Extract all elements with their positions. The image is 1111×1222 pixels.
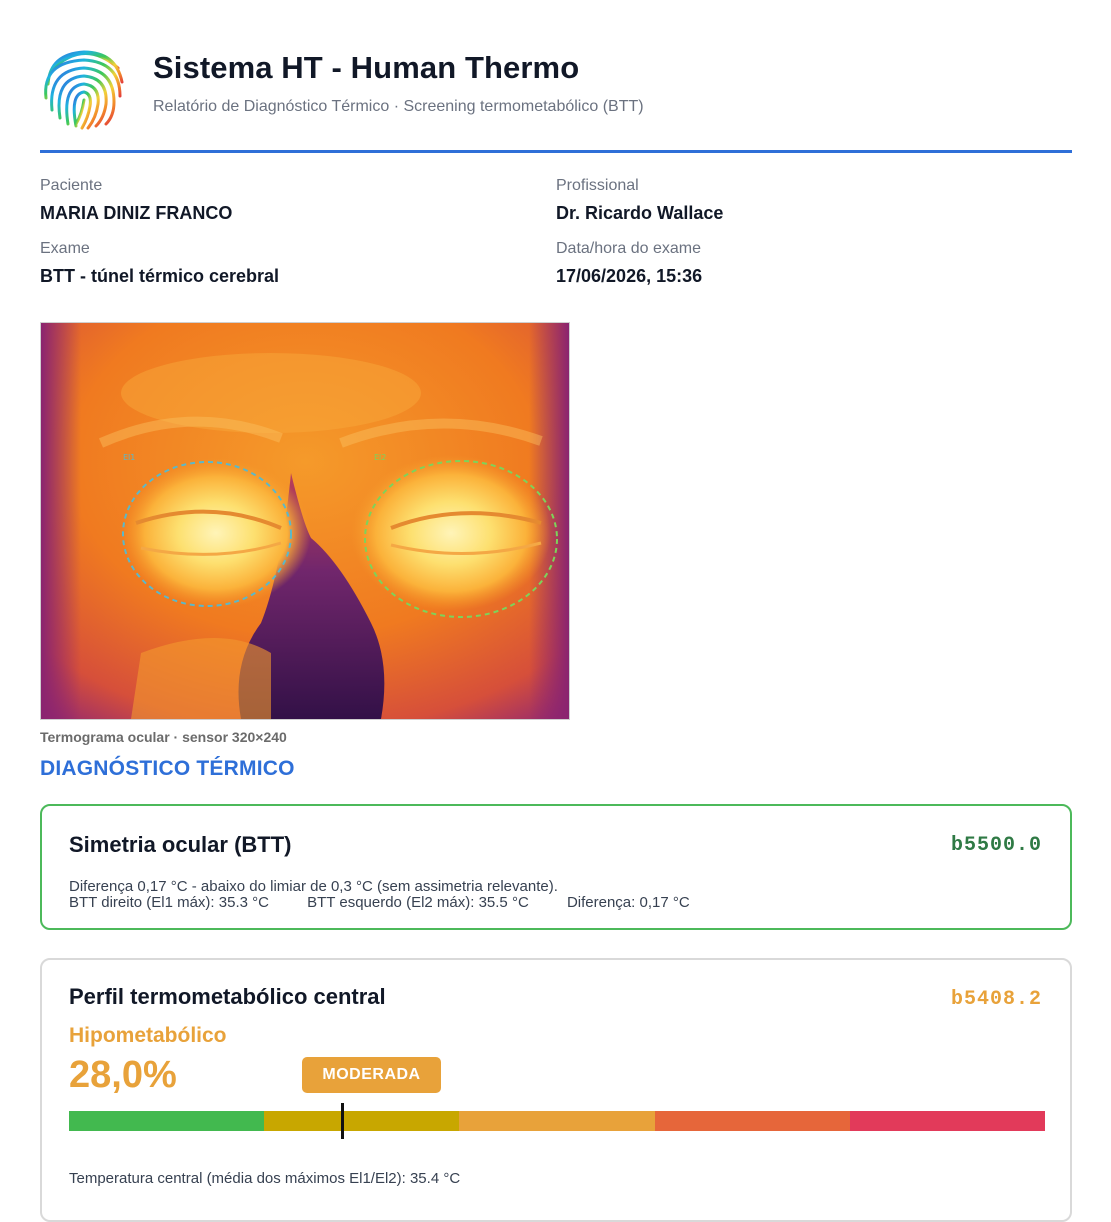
professional-label: Profissional — [556, 177, 639, 194]
patient-label: Paciente — [40, 177, 103, 194]
datetime-field: Data/hora do exame 17/06/2026, 15:36 — [556, 239, 702, 287]
thermogram-image: El1 El2 — [40, 322, 570, 720]
exam-field: Exame BTT - túnel térmico cerebral — [40, 239, 279, 287]
fingerprint-logo-icon — [40, 40, 128, 130]
scale-segment-1 — [69, 1111, 265, 1131]
central-temperature: Temperatura central (média dos máximos E… — [69, 1170, 461, 1187]
severity-badge: MODERADA — [302, 1057, 441, 1093]
professional-field: Profissional Dr. Ricardo Wallace — [556, 176, 723, 224]
symmetry-title: Simetria ocular (BTT) — [69, 832, 292, 857]
metabolic-profile-card: Perfil termometabólico central b5408.2 H… — [40, 958, 1072, 1222]
report-header: Sistema HT - Human Thermo Relatório de D… — [40, 0, 1072, 153]
exam-label: Exame — [40, 240, 90, 257]
patient-value: MARIA DINIZ FRANCO — [40, 203, 233, 223]
scale-segment-3 — [459, 1111, 655, 1131]
scale-segment-5 — [849, 1111, 1046, 1131]
btt-difference-value: Diferença: 0,17 °C — [566, 894, 690, 911]
severity-scale — [69, 1111, 1046, 1131]
scale-marker — [341, 1103, 345, 1139]
profile-category: Hipometabólico — [69, 1024, 227, 1047]
header-divider — [40, 150, 1072, 153]
scale-segment-2 — [264, 1111, 460, 1131]
exam-value: BTT - túnel térmico cerebral — [40, 266, 280, 286]
professional-value: Dr. Ricardo Wallace — [556, 203, 724, 223]
thermogram-caption: Termograma ocular · sensor 320×240 — [40, 729, 287, 745]
profile-percent: 28,0% — [69, 1054, 177, 1096]
symmetry-note: Diferença 0,17 °C - abaixo do limiar de … — [69, 878, 558, 895]
scale-segment-4 — [654, 1111, 850, 1131]
report-title: Sistema HT - Human Thermo — [153, 50, 580, 85]
btt-left-value: BTT esquerdo (El2 máx): 35.5 °C — [307, 894, 529, 911]
roi-right-label: El2 — [374, 453, 386, 462]
roi-left-label: El1 — [123, 453, 135, 462]
patient-field: Paciente MARIA DINIZ FRANCO — [40, 176, 232, 224]
symmetry-code: b5500.0 — [950, 834, 1042, 857]
profile-title: Perfil termometabólico central — [69, 984, 386, 1009]
symmetry-values: BTT direito (El1 máx): 35.3 °C BTT esque… — [69, 894, 724, 911]
symmetry-card: Simetria ocular (BTT) b5500.0 Diferença … — [40, 804, 1072, 930]
report-subtitle: Relatório de Diagnóstico Térmico · Scree… — [153, 98, 644, 115]
datetime-value: 17/06/2026, 15:36 — [556, 266, 703, 286]
profile-code: b5408.2 — [950, 988, 1042, 1011]
report-page: Sistema HT - Human Thermo Relatório de D… — [40, 0, 1072, 1222]
diagnosis-section-title: DIAGNÓSTICO TÉRMICO — [40, 757, 295, 780]
datetime-label: Data/hora do exame — [556, 240, 701, 257]
btt-right-value: BTT direito (El1 máx): 35.3 °C — [69, 894, 269, 911]
